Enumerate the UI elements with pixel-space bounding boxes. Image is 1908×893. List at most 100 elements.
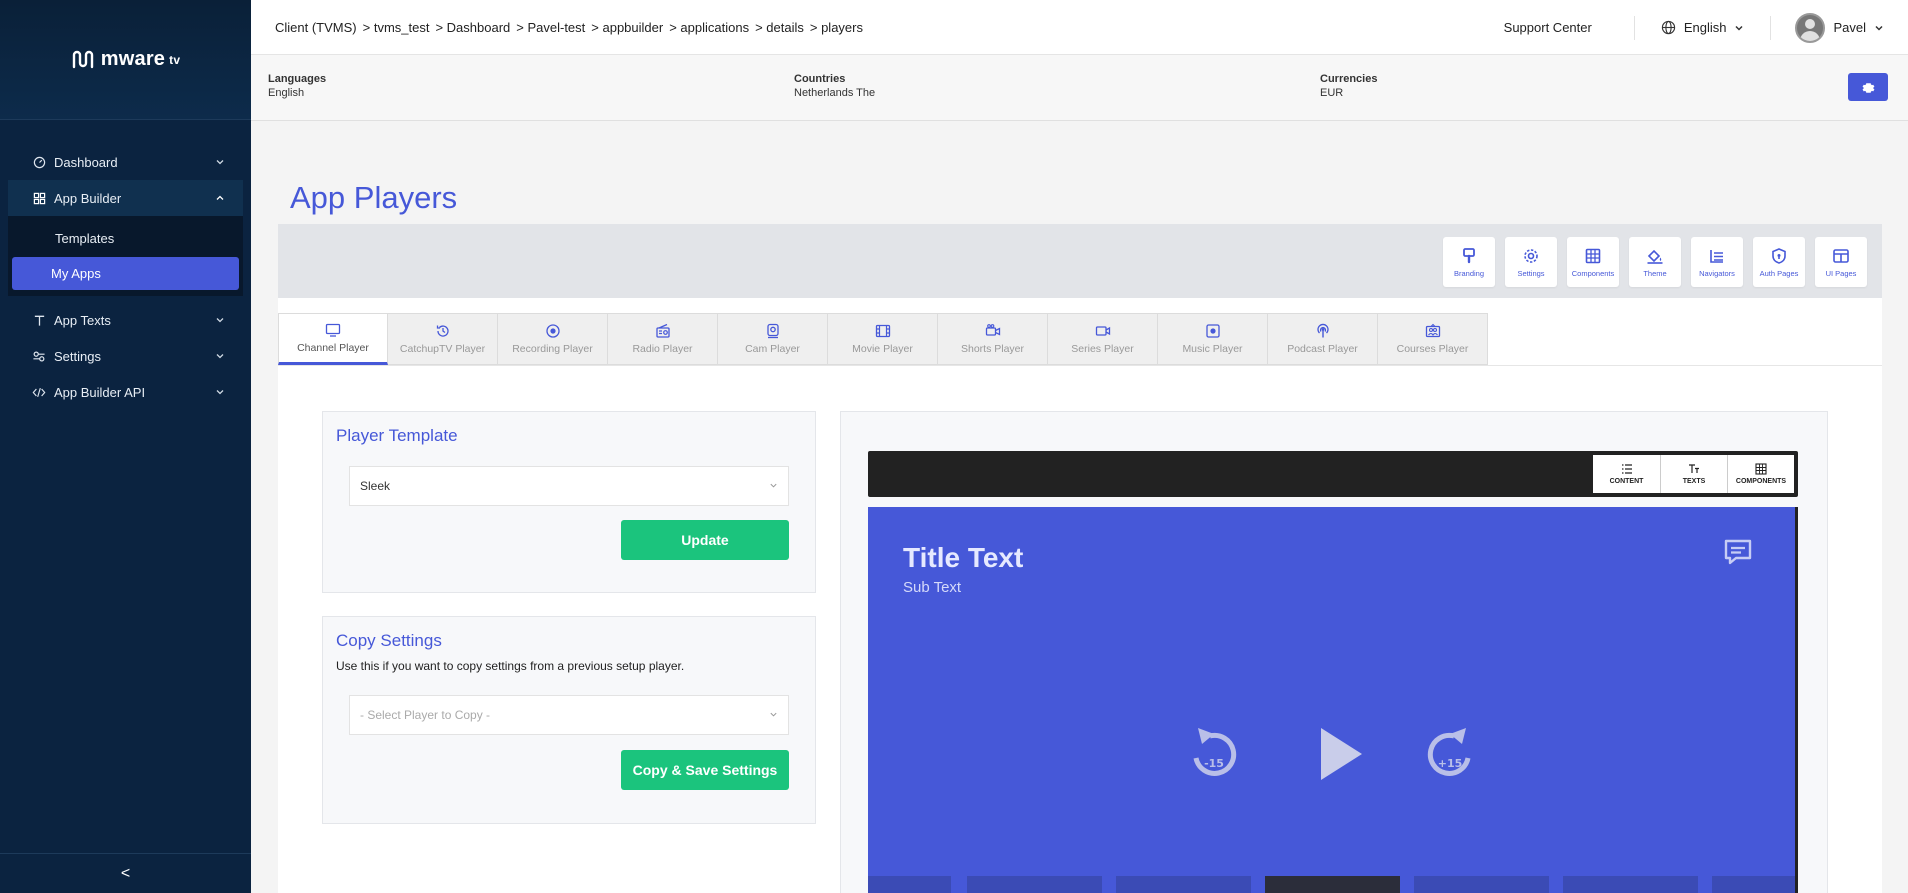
tab-movie-player[interactable]: Movie Player — [828, 313, 938, 365]
player-tabs: Channel Player CatchupTV Player Recordin… — [278, 313, 1488, 365]
copy-player-placeholder: - Select Player to Copy - — [360, 708, 491, 722]
toolbar-ui-pages-button[interactable]: UI Pages — [1815, 237, 1867, 287]
subtitles-icon[interactable] — [1723, 537, 1753, 567]
paint-bucket-icon — [1647, 249, 1663, 264]
preview-toolbar: CONTENT TEXTS COMPONENTS — [868, 451, 1798, 497]
breadcrumb-item[interactable]: > appbuilder — [591, 20, 663, 35]
tab-series-player[interactable]: Series Player — [1048, 313, 1158, 365]
text-size-icon — [1689, 464, 1699, 473]
preview-content-button[interactable]: CONTENT — [1593, 455, 1660, 493]
sidebar-subitem-templates[interactable]: Templates — [12, 222, 239, 255]
toolbar-settings-button[interactable]: Settings — [1505, 237, 1557, 287]
app-settings-button[interactable] — [1848, 73, 1888, 101]
sidebar-subitem-my-apps[interactable]: My Apps — [12, 257, 239, 290]
language-label: English — [1683, 20, 1727, 35]
breadcrumb-item[interactable]: Client (TVMS) — [275, 20, 357, 35]
video-camera-icon — [985, 324, 1000, 336]
sidebar-item-dashboard[interactable]: Dashboard — [0, 144, 251, 180]
tab-courses-player[interactable]: Courses Player — [1378, 313, 1488, 365]
forward-15-icon[interactable]: +15 — [1427, 728, 1471, 776]
tab-podcast-player[interactable]: Podcast Player — [1268, 313, 1378, 365]
app-builder-toolbar: Branding Settings Components Theme Navig… — [278, 224, 1882, 298]
languages-info: Languages English — [268, 73, 326, 99]
preview-tool-label: CONTENT — [1609, 478, 1644, 485]
brand-logo[interactable]: mware tv — [71, 48, 180, 71]
tab-label: Cam Player — [745, 343, 800, 355]
sidebar-item-settings[interactable]: Settings — [0, 338, 251, 374]
copy-save-settings-button[interactable]: Copy & Save Settings — [621, 750, 789, 790]
tab-label: Podcast Player — [1287, 343, 1358, 355]
toolbar-navigators-button[interactable]: Navigators — [1691, 237, 1743, 287]
tab-music-player[interactable]: Music Player — [1158, 313, 1268, 365]
tab-label: Music Player — [1182, 343, 1243, 355]
breadcrumb-item[interactable]: > tvms_test — [363, 20, 430, 35]
user-menu[interactable]: Pavel — [1771, 12, 1908, 43]
language-selector[interactable]: English — [1635, 15, 1772, 40]
toolbar-branding-button[interactable]: Branding — [1443, 237, 1495, 287]
toolbar-components-button[interactable]: Components — [1567, 237, 1619, 287]
tab-cam-player[interactable]: Cam Player — [718, 313, 828, 365]
languages-label: Languages — [268, 73, 327, 85]
toolbar-button-label: Components — [1571, 268, 1615, 278]
tab-label: Radio Player — [632, 343, 693, 355]
toolbar-button-label: Theme — [1643, 268, 1667, 278]
preview-thumbnail[interactable] — [967, 876, 1102, 893]
countries-value: Netherlands The — [794, 87, 876, 99]
preview-thumbnail[interactable] — [1712, 876, 1795, 893]
layout-icon — [1833, 248, 1849, 263]
dashboard-icon — [32, 155, 46, 169]
preview-thumbnail[interactable] — [1414, 876, 1549, 893]
tab-recording-player[interactable]: Recording Player — [498, 313, 608, 365]
sidebar-item-app-texts[interactable]: App Texts — [0, 302, 251, 338]
globe-icon — [1661, 20, 1675, 35]
toolbar-auth-pages-button[interactable]: Auth Pages — [1753, 237, 1805, 287]
player-template-select[interactable]: Sleek — [349, 466, 789, 506]
sidebar-item-app-builder[interactable]: App Builder — [8, 180, 243, 216]
sidebar-item-app-builder-api[interactable]: App Builder API — [0, 374, 251, 410]
breadcrumb-item[interactable]: > Pavel-test — [516, 20, 585, 35]
tab-radio-player[interactable]: Radio Player — [608, 313, 718, 365]
play-icon[interactable] — [1321, 728, 1362, 780]
rewind-15-icon[interactable]: -15 — [1193, 728, 1237, 776]
sidebar-item-label: App Texts — [54, 312, 111, 328]
playback-controls: -15 +15 — [1193, 728, 1471, 780]
support-center-link[interactable]: Support Center — [1504, 15, 1635, 40]
shield-icon — [1772, 247, 1786, 264]
preview-components-button[interactable]: COMPONENTS — [1727, 455, 1794, 493]
film-icon — [875, 324, 890, 338]
tab-catchuptv-player[interactable]: CatchupTV Player — [388, 313, 498, 365]
countries-info: Countries Netherlands The — [794, 73, 875, 99]
player-preview-stage[interactable]: Title Text Sub Text -15 +15 — [868, 507, 1798, 893]
breadcrumb-item-current: > players — [809, 19, 863, 35]
preview-thumbnail[interactable] — [1116, 876, 1251, 893]
code-icon — [32, 385, 46, 399]
breadcrumb-item[interactable]: > details — [755, 20, 804, 35]
copy-player-select[interactable]: - Select Player to Copy - — [349, 695, 789, 735]
preview-texts-button[interactable]: TEXTS — [1660, 455, 1727, 493]
preview-sub-text: Sub Text — [903, 579, 962, 596]
brush-icon — [1463, 247, 1475, 263]
tab-label: Series Player — [1071, 343, 1134, 355]
tab-channel-player[interactable]: Channel Player — [278, 313, 388, 365]
copy-settings-title: Copy Settings — [336, 631, 442, 650]
copy-settings-hint: Use this if you want to copy settings fr… — [336, 659, 685, 673]
chevron-down-icon — [1735, 25, 1743, 31]
preview-thumbnail[interactable] — [868, 876, 951, 893]
toolbar-button-label: Navigators — [1699, 268, 1735, 278]
sidebar-collapse-button[interactable]: < — [0, 853, 251, 893]
toolbar-theme-button[interactable]: Theme — [1629, 237, 1681, 287]
player-template-value: Sleek — [360, 479, 391, 493]
preview-title-text: Title Text — [903, 542, 1024, 573]
preview-thumbnail[interactable] — [1563, 876, 1698, 893]
chevron-down-icon — [770, 712, 777, 717]
preview-tools: CONTENT TEXTS COMPONENTS — [1593, 455, 1794, 493]
breadcrumb-item[interactable]: > Dashboard — [435, 20, 510, 35]
toolbar-button-label: Settings — [1517, 268, 1545, 278]
chevron-down-icon — [216, 160, 224, 165]
app-builder-subnav: Templates My Apps — [8, 216, 243, 296]
preview-thumbnail-row — [868, 876, 1795, 893]
update-button[interactable]: Update — [621, 520, 789, 560]
breadcrumb-item[interactable]: > applications — [669, 20, 749, 35]
preview-thumbnail-active[interactable] — [1265, 876, 1400, 893]
tab-shorts-player[interactable]: Shorts Player — [938, 313, 1048, 365]
